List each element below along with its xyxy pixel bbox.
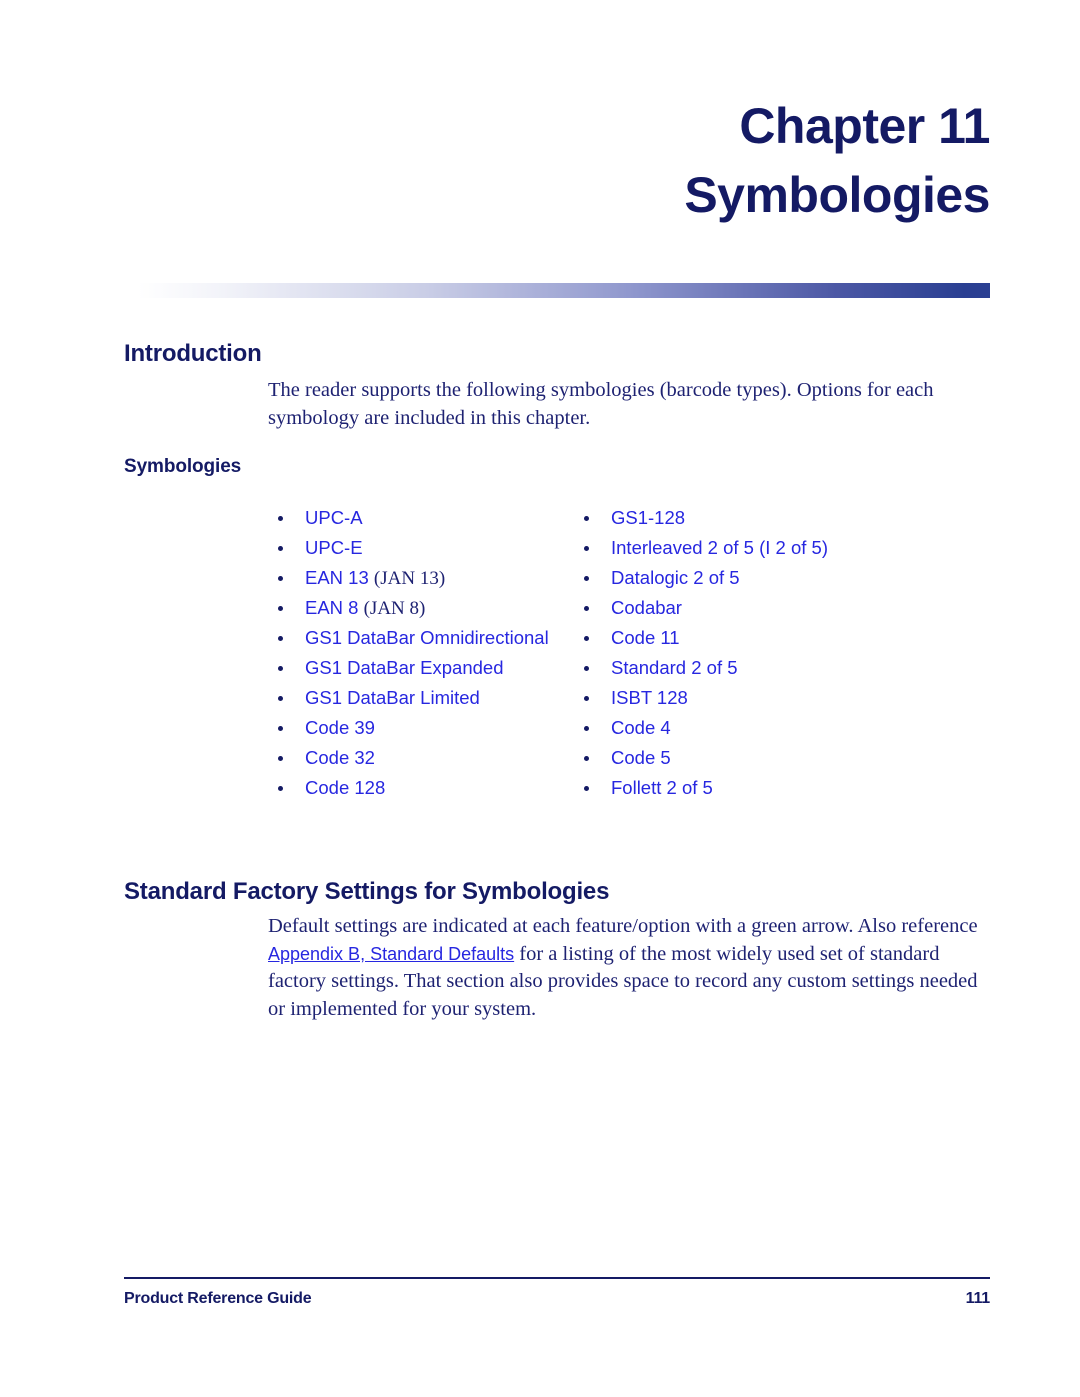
list-item-alt: (JAN 8) [363,598,426,619]
list-item-label: UPC-A [305,507,363,528]
list-item: Code 5 [574,743,974,773]
bullet-icon [278,666,283,671]
list-item-label: GS1-128 [611,507,686,528]
bullet-icon [278,756,283,761]
bullet-icon [584,726,589,731]
bullet-icon [584,666,589,671]
bullet-icon [278,636,283,641]
symbologies-left-column: UPC-A UPC-E EAN 13 (JAN 13) EAN 8 (JAN 8… [268,503,588,803]
heading-standard-factory-settings: Standard Factory Settings for Symbologie… [124,878,610,905]
list-item: UPC-A [268,503,588,533]
bullet-icon [584,576,589,581]
factory-settings-paragraph: Default settings are indicated at each f… [268,913,992,1023]
bullet-icon [584,636,589,641]
list-item: Code 128 [268,773,588,803]
heading-symbologies: Symbologies [124,456,242,477]
bullet-icon [278,516,283,521]
bullet-icon [278,726,283,731]
document-page: Chapter 11 Symbologies Introduction The … [0,0,1080,1397]
heading-introduction: Introduction [124,340,262,367]
list-item: Interleaved 2 of 5 (I 2 of 5) [574,533,974,563]
list-item-label: Codabar [611,597,682,618]
bullet-icon [584,756,589,761]
list-item-label: Code 11 [611,627,680,648]
bullet-icon [584,606,589,611]
list-item-label: Code 39 [305,717,375,738]
page-footer: Product Reference Guide 111 [124,1288,990,1310]
symbologies-right-column: GS1-128 Interleaved 2 of 5 (I 2 of 5) Da… [574,503,974,803]
list-item: GS1-128 [574,503,974,533]
bullet-icon [584,786,589,791]
list-item-label: EAN 8 [305,597,359,618]
bullet-icon [584,546,589,551]
paragraph-part-1: Default settings are indicated at each f… [268,915,978,937]
list-item-label: Code 128 [305,777,386,798]
list-item-label: ISBT 128 [611,687,688,708]
bullet-icon [278,696,283,701]
list-item: Follett 2 of 5 [574,773,974,803]
list-item-label: Follett 2 of 5 [611,777,713,798]
list-item-label: EAN 13 [305,567,369,588]
list-item-label: Code 32 [305,747,375,768]
list-item-label: Code 5 [611,747,671,768]
list-item: Code 4 [574,713,974,743]
bullet-icon [584,516,589,521]
list-item: GS1 DataBar Omnidirectional [268,623,588,653]
list-item-label: GS1 DataBar Omnidirectional [305,627,549,648]
footer-rule [124,1277,990,1279]
list-item-alt: (JAN 13) [373,568,446,589]
list-item-label: GS1 DataBar Expanded [305,657,504,678]
chapter-header: Chapter 11 Symbologies [124,96,990,226]
list-item: EAN 13 (JAN 13) [268,563,588,593]
list-item: Datalogic 2 of 5 [574,563,974,593]
list-item: Code 11 [574,623,974,653]
list-item: Code 39 [268,713,588,743]
list-item-label: GS1 DataBar Limited [305,687,480,708]
list-item: Codabar [574,593,974,623]
list-item: EAN 8 (JAN 8) [268,593,588,623]
chapter-number: Chapter 11 [739,98,990,154]
list-item-label: Interleaved 2 of 5 (I 2 of 5) [611,537,828,558]
list-item: UPC-E [268,533,588,563]
list-item: GS1 DataBar Limited [268,683,588,713]
appendix-b-link[interactable]: Appendix B, Standard Defaults [268,944,514,964]
footer-title: Product Reference Guide [124,1290,312,1307]
introduction-paragraph: The reader supports the following symbol… [268,379,934,429]
list-item: Code 32 [268,743,588,773]
list-item-label: Code 4 [611,717,671,738]
bullet-icon [278,546,283,551]
list-item-label: UPC-E [305,537,363,558]
bullet-icon [278,606,283,611]
chapter-title: Symbologies [684,167,990,223]
footer-page-number: 111 [965,1290,991,1307]
bullet-icon [584,696,589,701]
list-item: ISBT 128 [574,683,974,713]
list-item: Standard 2 of 5 [574,653,974,683]
list-item: GS1 DataBar Expanded [268,653,588,683]
header-gradient-rule [138,283,990,298]
bullet-icon [278,576,283,581]
bullet-icon [278,786,283,791]
list-item-label: Datalogic 2 of 5 [611,567,740,588]
list-item-label: Standard 2 of 5 [611,657,738,678]
